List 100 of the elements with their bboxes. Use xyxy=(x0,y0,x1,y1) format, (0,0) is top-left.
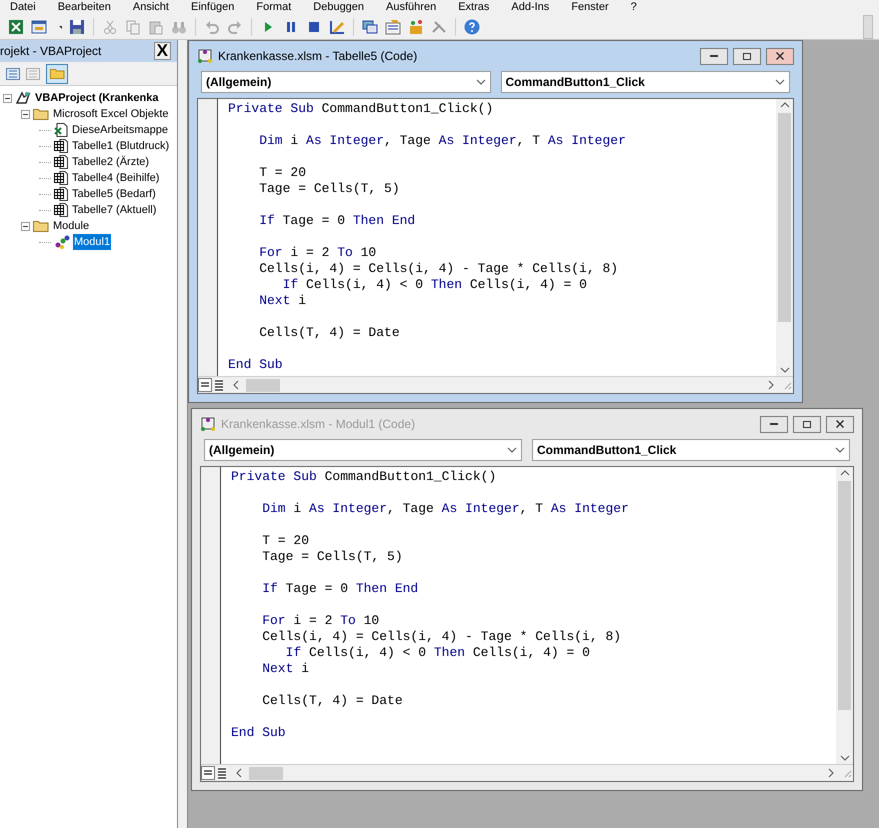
tree-item[interactable]: Microsoft Excel Objekte xyxy=(52,106,170,122)
horizontal-scroll-thumb[interactable] xyxy=(246,378,280,392)
code-line: Private Sub CommandButton1_Click() xyxy=(231,469,496,485)
toggle-folders-button[interactable] xyxy=(46,64,68,84)
code-window-icon xyxy=(197,48,213,64)
scroll-thumb[interactable] xyxy=(778,113,791,322)
worksheet-icon xyxy=(54,203,68,217)
code-line: Dim i As Integer, Tage As Integer, T As Integer xyxy=(258,133,626,149)
menu-item[interactable]: Datei xyxy=(10,1,36,14)
workbook-icon xyxy=(54,123,68,137)
userform-icon[interactable] xyxy=(31,19,47,35)
code-window-icon xyxy=(200,416,216,432)
code-line: Next i xyxy=(258,293,306,309)
worksheet-icon xyxy=(54,155,68,169)
collapse-toggle[interactable] xyxy=(3,94,12,102)
menu-item[interactable]: Fenster xyxy=(571,1,609,14)
code-line: Cells(i, 4) = Cells(i, 4) - Tage * Cells(i, 8) xyxy=(261,629,622,645)
close-button[interactable]: X xyxy=(154,42,171,60)
collapse-toggle[interactable] xyxy=(21,222,30,230)
view-code-icon[interactable] xyxy=(6,68,20,80)
scroll-thumb[interactable] xyxy=(838,481,851,710)
minimize-button[interactable] xyxy=(700,48,728,64)
tree-item[interactable]: Tabelle2 (Ärzte) xyxy=(71,154,150,170)
code-line: Cells(T, 4) = Date xyxy=(258,325,400,341)
dropdown-caret-icon xyxy=(507,447,517,453)
vertical-scrollbar[interactable] xyxy=(836,467,853,764)
code-line: If Tage = 0 Then End xyxy=(261,581,418,597)
tree-item[interactable]: Tabelle1 (Blutdruck) xyxy=(71,138,170,154)
full-module-view-icon[interactable] xyxy=(215,766,229,780)
save-icon[interactable] xyxy=(69,19,85,35)
menu-item[interactable]: Extras xyxy=(458,1,490,14)
object-browser-icon[interactable] xyxy=(408,19,424,35)
minimize-button[interactable] xyxy=(760,416,788,432)
project-explorer-icon[interactable] xyxy=(362,19,378,35)
folder-icon xyxy=(50,68,64,79)
tree-item[interactable]: DieseArbeitsmappe xyxy=(71,122,169,138)
tree-item[interactable]: Tabelle4 (Beihilfe) xyxy=(71,170,160,186)
menu-item[interactable]: Bearbeiten xyxy=(58,1,111,14)
minimize-icon xyxy=(710,55,718,57)
tree-item[interactable]: VBAProject (Krankenka xyxy=(34,90,160,106)
tree-item[interactable]: Tabelle5 (Bedarf) xyxy=(71,186,157,202)
menu-item[interactable]: ? xyxy=(630,1,637,14)
menu-item[interactable]: Add-Ins xyxy=(511,1,550,14)
menu-item[interactable]: Einfügen xyxy=(190,1,234,14)
close-button[interactable] xyxy=(826,416,854,432)
tree-item[interactable]: Module xyxy=(52,218,90,234)
maximize-icon xyxy=(803,420,811,428)
vertical-scrollbar[interactable] xyxy=(776,99,793,376)
horizontal-scroll-thumb[interactable] xyxy=(249,766,283,780)
procedure-dropdown[interactable]: CommandButton1_Click xyxy=(500,71,790,93)
folder-icon xyxy=(33,220,49,232)
menu-item[interactable]: Ausführen xyxy=(386,1,436,14)
excel-icon[interactable] xyxy=(8,19,24,35)
code-line: For i = 2 To 10 xyxy=(261,613,380,629)
properties-icon[interactable] xyxy=(385,19,401,35)
code-line: If Tage = 0 Then End xyxy=(258,213,416,229)
window-title: Krankenkasse.xlsm - Modul1 (Code) xyxy=(221,416,416,433)
minimize-icon xyxy=(770,423,778,425)
panel-title: rojekt - VBAProject xyxy=(0,43,102,60)
maximize-icon xyxy=(743,52,751,60)
dropdown-caret-icon xyxy=(476,79,486,85)
procedure-view-icon[interactable] xyxy=(198,378,212,392)
toolbar-options-handle[interactable] xyxy=(863,15,873,39)
design-mode-icon[interactable] xyxy=(329,19,345,35)
worksheet-icon xyxy=(54,171,68,185)
code-line: Tage = Cells(T, 5) xyxy=(258,181,400,197)
help-icon[interactable] xyxy=(464,19,480,35)
full-module-view-icon[interactable] xyxy=(212,378,226,392)
code-line: If Cells(i, 4) < 0 Then Cells(i, 4) = 0 xyxy=(284,645,590,661)
code-line: T = 20 xyxy=(261,533,310,549)
code-line: If Cells(i, 4) < 0 Then Cells(i, 4) = 0 xyxy=(282,277,587,293)
tree-item[interactable]: Tabelle7 (Aktuell) xyxy=(71,202,158,218)
menu-item[interactable]: Format xyxy=(256,1,292,14)
code-line: Tage = Cells(T, 5) xyxy=(261,549,403,565)
object-dropdown[interactable]: (Allgemein) xyxy=(204,439,522,461)
module-icon xyxy=(54,235,70,249)
dropdown-caret-icon xyxy=(775,79,785,85)
close-button[interactable] xyxy=(766,48,794,64)
code-line: T = 20 xyxy=(258,165,306,181)
procedure-dropdown[interactable]: CommandButton1_Click xyxy=(532,439,850,461)
maximize-button[interactable] xyxy=(793,416,821,432)
maximize-button[interactable] xyxy=(733,48,761,64)
worksheet-icon xyxy=(54,139,68,153)
worksheet-icon xyxy=(54,187,68,201)
procedure-view-icon[interactable] xyxy=(201,766,215,780)
close-icon xyxy=(836,420,844,428)
code-line: For i = 2 To 10 xyxy=(258,245,376,261)
dropdown-caret-icon xyxy=(835,447,845,453)
collapse-toggle[interactable] xyxy=(21,110,30,118)
stop-icon[interactable] xyxy=(306,19,322,35)
code-line: End Sub xyxy=(231,725,286,741)
close-icon xyxy=(776,52,784,60)
code-line: Next i xyxy=(261,661,310,677)
code-line: Cells(i, 4) = Cells(i, 4) - Tage * Cells(i, 8) xyxy=(258,261,618,277)
folder-icon xyxy=(33,108,49,120)
window-title: Krankenkasse.xlsm - Tabelle5 (Code) xyxy=(218,48,418,65)
tree-item[interactable]: Modul1 xyxy=(73,234,112,250)
menu-item[interactable]: Ansicht xyxy=(132,1,169,14)
menu-item[interactable]: Debuggen xyxy=(313,1,364,14)
object-dropdown[interactable]: (Allgemein) xyxy=(201,71,490,93)
